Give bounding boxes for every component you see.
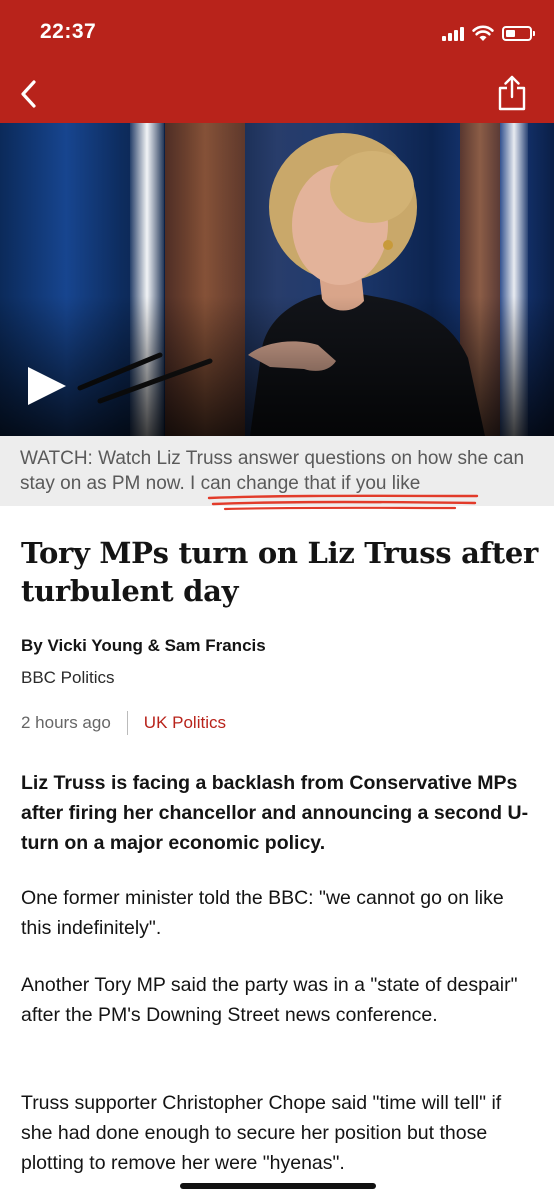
share-icon xyxy=(498,75,526,111)
chevron-left-icon xyxy=(21,80,36,108)
wifi-icon xyxy=(472,25,494,41)
home-indicator[interactable] xyxy=(180,1183,376,1189)
annotation-underline xyxy=(207,494,479,511)
article-paragraph: Truss supporter Christopher Chope said "… xyxy=(21,1092,502,1174)
status-time: 22:37 xyxy=(40,20,97,43)
article-lead: Liz Truss is facing a backlash from Cons… xyxy=(21,772,529,854)
article-headline: Tory MPs turn on Liz Truss after turbule… xyxy=(21,536,538,608)
back-button[interactable] xyxy=(12,76,44,112)
topic-link[interactable]: UK Politics xyxy=(144,713,226,733)
article-paragraph: Another Tory MP said the party was in a … xyxy=(21,974,518,1026)
article-paragraph: One former minister told the BBC: "we ca… xyxy=(21,887,504,939)
article-timestamp: 2 hours ago xyxy=(21,713,111,732)
play-button[interactable] xyxy=(24,363,70,409)
battery-icon xyxy=(502,25,535,41)
meta-divider xyxy=(126,711,128,735)
signal-icon xyxy=(442,25,464,41)
play-icon xyxy=(28,367,66,405)
video-player[interactable] xyxy=(0,123,554,436)
article-byline: By Vicki Young & Sam Francis xyxy=(21,636,266,655)
share-button[interactable] xyxy=(496,74,528,112)
video-shade xyxy=(0,296,554,436)
top-bar: 22:37 xyxy=(0,0,554,123)
article-meta: 2 hours ago UK Politics xyxy=(21,711,226,735)
article-source: BBC Politics xyxy=(21,668,115,687)
status-icons xyxy=(442,23,535,43)
